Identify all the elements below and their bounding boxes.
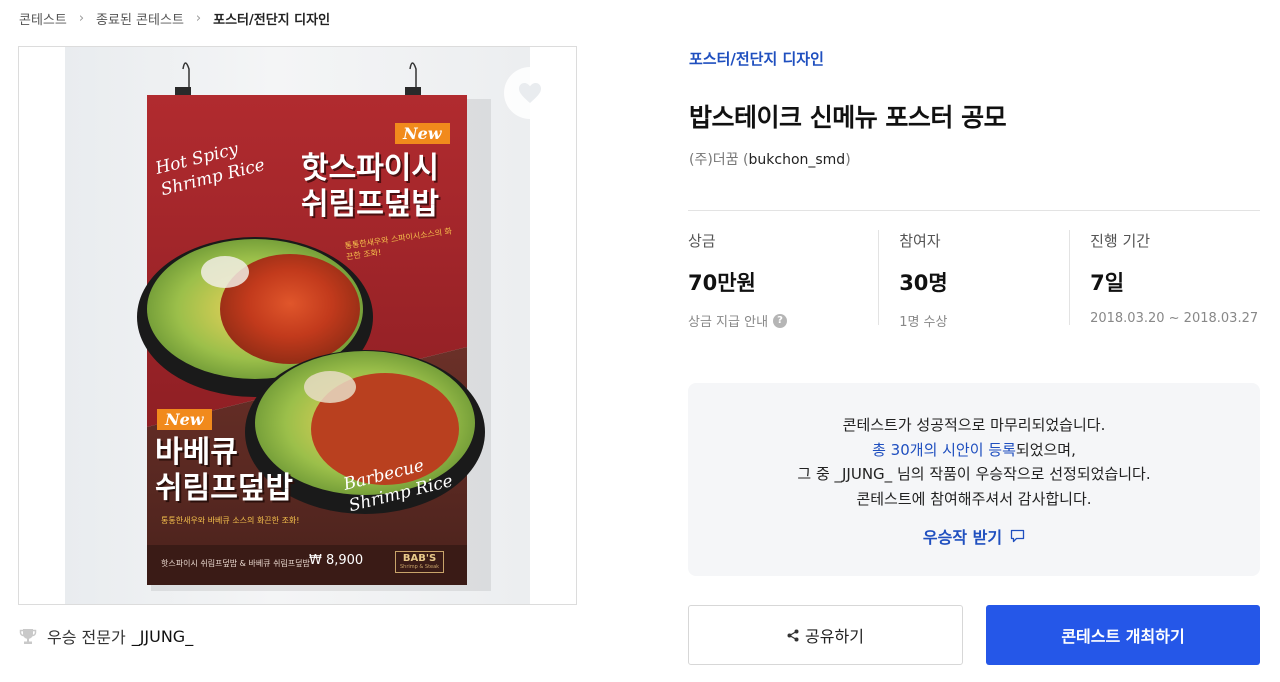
poster-brand-sub: Shrimp & Steak — [400, 564, 440, 570]
poster-title-top: 핫스파이시 쉬림프덮밥 — [301, 151, 439, 222]
host-name: (주)더꿈 — [689, 152, 739, 168]
stat-value: 30명 — [899, 271, 948, 295]
trophy-icon — [19, 628, 37, 645]
host-contest-button[interactable]: 콘테스트 개최하기 — [986, 605, 1260, 665]
share-icon — [787, 629, 799, 642]
poster-brand: BAB'S — [402, 553, 437, 564]
contest-stats: 상금 70만원 상금 지급 안내 ? 참여자 30명 1명 수상 진행 기간 7… — [688, 230, 1260, 330]
stat-value: 70만원 — [688, 271, 756, 295]
host-contest-label: 콘테스트 개최하기 — [1061, 627, 1185, 646]
chevron-right-icon: › — [78, 10, 85, 26]
notice-line: 그 중 _JJUNG_ 님의 작품이 우승작으로 선정되었습니다. — [797, 465, 1151, 483]
contest-host: (주)더꿈 (bukchon_smd) — [689, 152, 851, 168]
stat-label: 진행 기간 — [1090, 232, 1151, 250]
stat-value: 7일 — [1090, 271, 1125, 295]
divider — [688, 210, 1260, 211]
stat-sub: 2018.03.20 ~ 2018.03.27 — [1090, 311, 1259, 326]
notice-text: 콘테스트가 성공적으로 마무리되었습니다. 총 30개의 시안이 등록되었으며,… — [688, 413, 1260, 511]
receive-winning-work-link[interactable]: 우승작 받기 — [923, 524, 1025, 548]
prize-payment-info[interactable]: 상금 지급 안내 ? — [688, 311, 878, 330]
winner-label: 우승 전문가 — [47, 628, 126, 647]
share-label: 공유하기 — [805, 627, 864, 646]
stat-label: 상금 — [688, 232, 716, 250]
winner-info: 우승 전문가 _JJUNG_ — [19, 624, 193, 648]
contest-result-notice: 콘테스트가 성공적으로 마무리되었습니다. 총 30개의 시안이 등록되었으며,… — [688, 383, 1260, 576]
contest-title: 밥스테이크 신메뉴 포스터 공모 — [689, 103, 1007, 132]
like-button[interactable] — [504, 67, 556, 119]
stat-participants: 참여자 30명 1명 수상 — [878, 230, 1069, 330]
breadcrumb-current[interactable]: 포스터/전단지 디자인 — [213, 9, 330, 28]
stat-prize: 상금 70만원 상금 지급 안내 ? — [688, 230, 878, 330]
poster-price: ₩ 8,900 — [309, 553, 364, 568]
notice-line-rest: 되었으며, — [1015, 440, 1076, 459]
heart-icon — [519, 83, 541, 103]
poster-tag-bottom: New — [157, 409, 212, 430]
breadcrumb: 콘테스트 › 종료된 콘테스트 › 포스터/전단지 디자인 — [19, 8, 330, 28]
submissions-link[interactable]: 총 30개의 시안이 등록 — [872, 441, 1016, 459]
stat-label: 참여자 — [899, 232, 941, 250]
poster-tag-top: New — [395, 123, 450, 144]
stat-sub: 상금 지급 안내 — [688, 315, 769, 330]
contest-category[interactable]: 포스터/전단지 디자인 — [689, 48, 824, 69]
notice-line: 총 30개의 시안이 등록되었으며, — [688, 438, 1260, 463]
contest-image-frame: New Hot Spicy Shrimp Rice 핫스파이시 쉬림프덮밥 통통… — [18, 46, 577, 605]
winning-poster-image[interactable]: New Hot Spicy Shrimp Rice 핫스파이시 쉬림프덮밥 통통… — [65, 47, 530, 604]
notice-line: 콘테스트가 성공적으로 마무리되었습니다. — [842, 416, 1106, 434]
poster-desc-bottom: 통통한새우와 바베큐 소스의 화끈한 조화! — [161, 516, 300, 525]
host-handle[interactable]: bukchon_smd — [749, 152, 846, 168]
stat-period: 진행 기간 7일 2018.03.20 ~ 2018.03.27 — [1069, 230, 1260, 326]
chevron-right-icon: › — [195, 10, 202, 26]
receive-label: 우승작 받기 — [922, 528, 1003, 547]
stat-sub: 1명 수상 — [899, 315, 948, 330]
winner-name[interactable]: _JJUNG_ — [132, 627, 194, 646]
question-icon[interactable]: ? — [773, 313, 788, 328]
share-button[interactable]: 공유하기 — [688, 605, 963, 665]
notice-line: 콘테스트에 참여해주셔서 감사합니다. — [856, 489, 1092, 508]
breadcrumb-ended-contest[interactable]: 종료된 콘테스트 — [96, 9, 184, 28]
poster-brand-logo: BAB'S Shrimp & Steak — [395, 551, 445, 573]
breadcrumb-contest[interactable]: 콘테스트 — [19, 9, 67, 28]
message-icon — [1010, 529, 1025, 543]
poster-footer-text: 핫스파이시 쉬림프덮밥 & 바베큐 쉬림프덮밥 — [161, 559, 310, 568]
poster-title-bottom: 바베큐 쉬림프덮밥 — [155, 435, 293, 506]
